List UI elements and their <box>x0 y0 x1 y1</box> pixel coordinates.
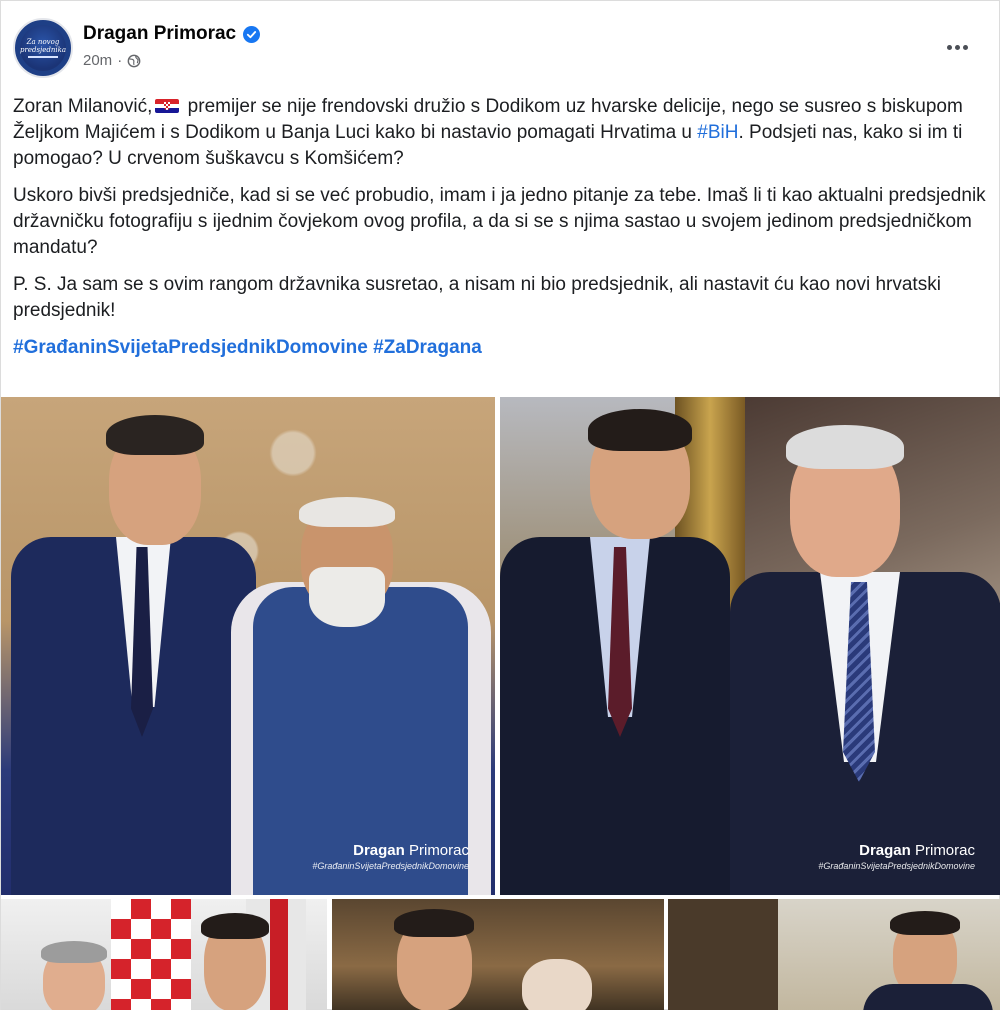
hair <box>890 911 960 935</box>
author-avatar[interactable]: Za novog predsjednika <box>13 18 73 78</box>
photo-watermark: Dragan Primorac #GrađaninSvijetaPredsjed… <box>818 842 975 871</box>
post-photo-2[interactable]: Dragan Primorac #GrađaninSvijetaPredsjed… <box>500 397 1000 895</box>
croatian-checkerboard-flag <box>111 899 191 1010</box>
watermark-first: Dragan <box>859 842 911 859</box>
person-right <box>720 397 1000 895</box>
post-photo-5[interactable] <box>668 899 1000 1010</box>
hair <box>588 409 692 451</box>
white-beard <box>309 567 385 627</box>
person-left <box>11 397 261 895</box>
avatar-text: Za novog predsjednika <box>20 38 66 54</box>
suit <box>863 984 993 1010</box>
photo-background <box>332 899 664 1010</box>
hashtag-bih-link[interactable]: #BiH <box>697 122 738 143</box>
more-dot <box>954 44 960 50</box>
more-dot <box>962 44 968 50</box>
hashtag-gradanin-link[interactable]: #GrađaninSvijetaPredsjednikDomovine <box>13 337 368 358</box>
post-timestamp[interactable]: 20m <box>83 52 112 69</box>
paragraph-1: Zoran Milanović, premijer se nije frendo… <box>13 94 989 172</box>
hashtags-line: #GrađaninSvijetaPredsjednikDomovine #ZaD… <box>13 335 989 361</box>
hair-left <box>41 941 107 963</box>
author-row: Dragan Primorac <box>83 23 261 45</box>
hashtag-zadragana-link[interactable]: #ZaDragana <box>373 337 482 358</box>
hair <box>106 415 204 455</box>
photo-watermark: Dragan Primorac #GrađaninSvijetaPredsjed… <box>312 842 469 871</box>
watermark-last: Primorac <box>910 842 975 859</box>
meta-separator: · <box>117 52 123 69</box>
more-options-icon[interactable] <box>939 33 975 61</box>
post-photo-3[interactable] <box>1 899 327 1010</box>
croatia-flag-icon <box>155 99 180 113</box>
watermark-name: Dragan Primorac <box>818 842 975 859</box>
white-hair <box>299 497 395 527</box>
avatar-logo: Za novog predsjednika <box>20 25 66 71</box>
watermark-first: Dragan <box>353 842 405 859</box>
watermark-last: Primorac <box>404 842 469 859</box>
avatar-underline <box>28 56 58 58</box>
paragraph-2: Uskoro bivši predsjedniče, kad si se već… <box>13 185 986 258</box>
paragraph-1-start: Zoran Milanović, <box>13 96 153 117</box>
post-text: Zoran Milanović, premijer se nije frendo… <box>13 94 989 372</box>
globe-icon[interactable] <box>127 54 141 68</box>
more-dot <box>946 44 952 50</box>
doorway <box>668 899 778 1010</box>
verified-badge-icon <box>243 25 261 43</box>
hair-right <box>201 913 269 939</box>
person-left <box>500 397 740 895</box>
white-hair <box>786 425 904 469</box>
facebook-post: Za novog predsjednika Dragan Primorac 20… <box>0 0 1000 1010</box>
watermark-tag: #GrađaninSvijetaPredsjednikDomovine <box>312 861 469 871</box>
hair <box>394 909 474 937</box>
person-right <box>231 397 491 895</box>
post-photo-1[interactable]: Dragan Primorac #GrađaninSvijetaPredsjed… <box>1 397 495 895</box>
author-name[interactable]: Dragan Primorac <box>83 23 236 45</box>
post-photo-4[interactable] <box>332 899 664 1010</box>
watermark-tag: #GrađaninSvijetaPredsjednikDomovine <box>818 861 975 871</box>
paragraph-3: P. S. Ja sam se s ovim rangom državnika … <box>13 274 941 321</box>
post-meta: 20m · <box>83 52 141 69</box>
face-crowd <box>522 959 592 1010</box>
watermark-name: Dragan Primorac <box>312 842 469 859</box>
